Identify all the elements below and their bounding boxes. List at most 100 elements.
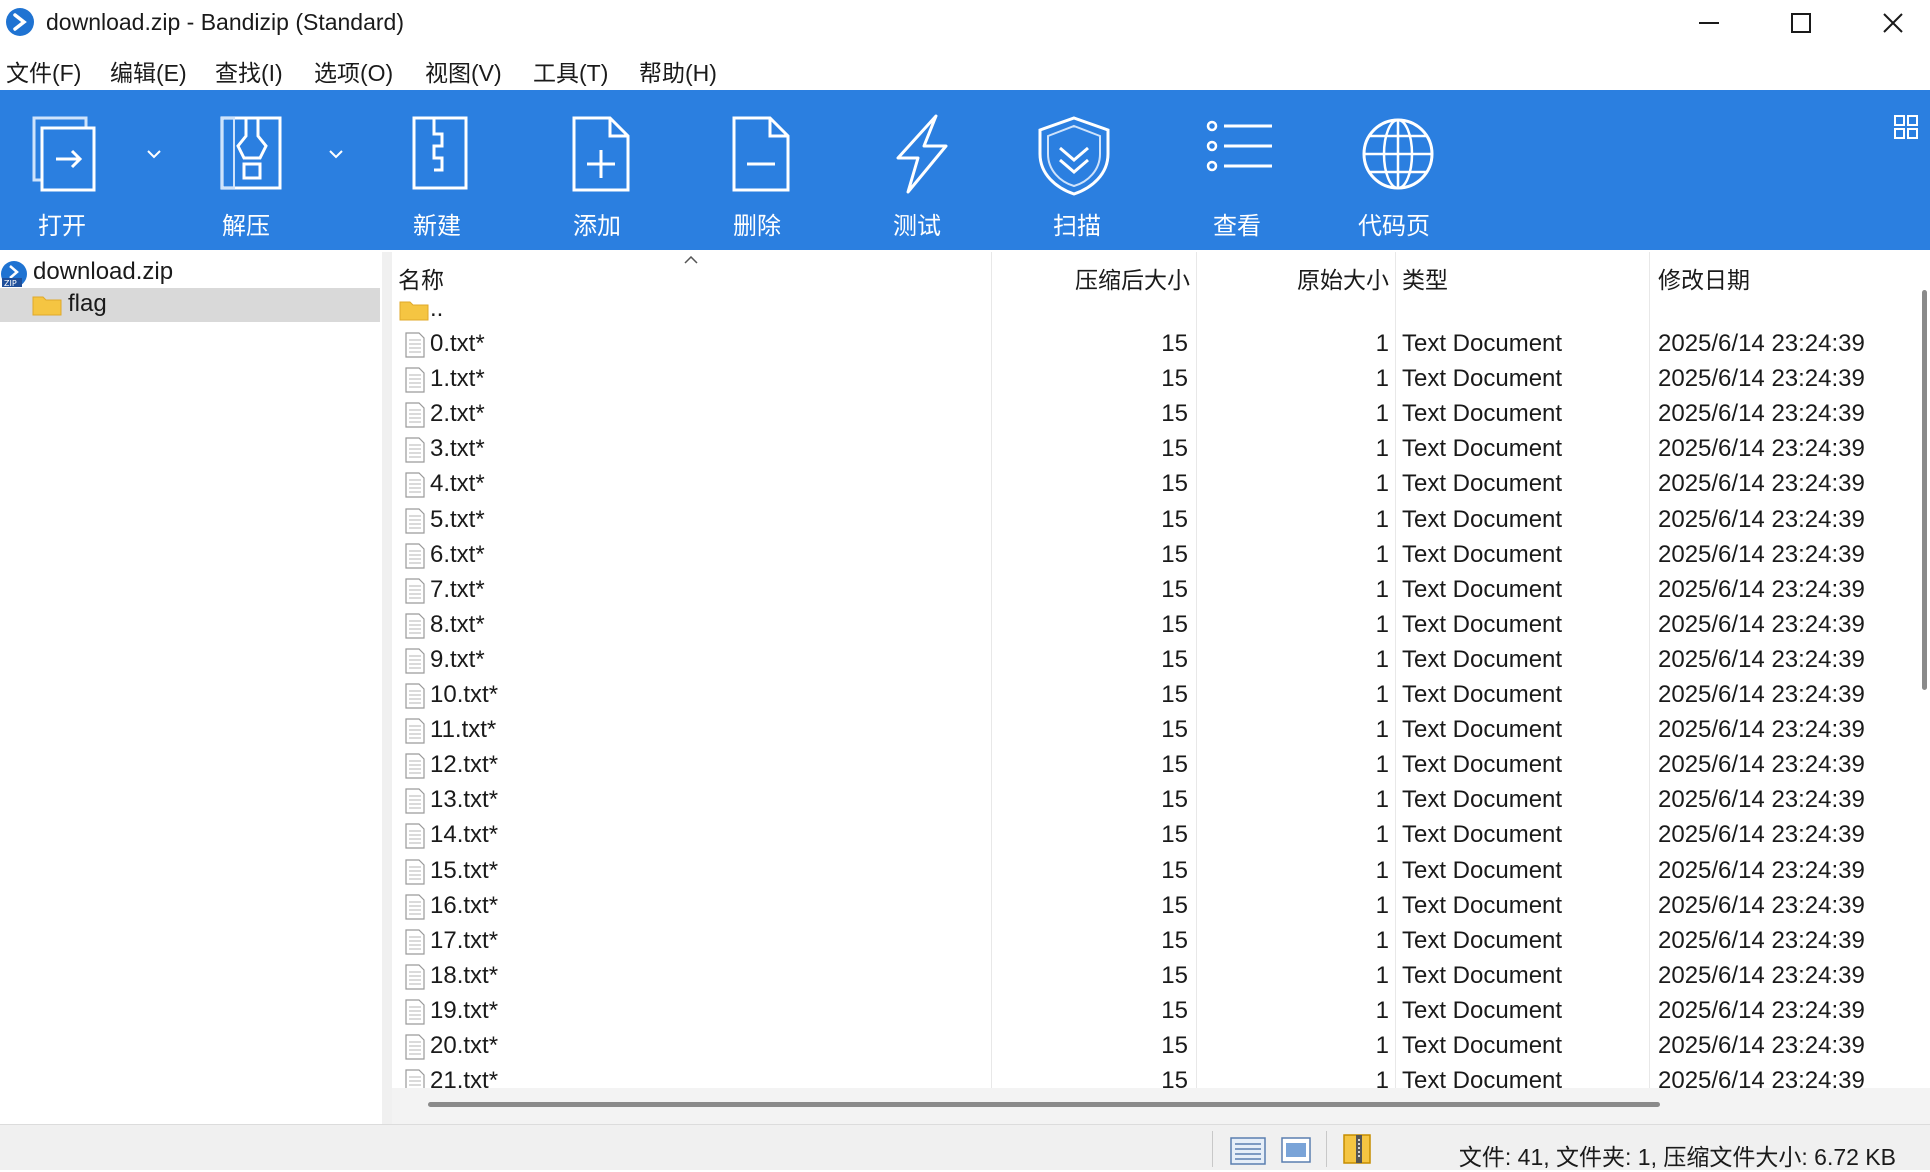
- compressed-size: 15: [1161, 645, 1188, 673]
- extract-label: 解压: [222, 213, 270, 240]
- vertical-scrollbar[interactable]: [1918, 252, 1930, 1088]
- folder-tree: ZIP download.zip flag: [0, 252, 382, 1124]
- add-button[interactable]: 添加: [540, 90, 660, 250]
- scan-label: 扫描: [1053, 213, 1101, 240]
- text-document-icon: [405, 437, 425, 463]
- test-button[interactable]: 测试: [860, 90, 980, 250]
- scan-button[interactable]: 扫描: [1020, 90, 1140, 250]
- text-document-icon: [405, 578, 425, 604]
- modified-date: 2025/6/14 23:24:39: [1658, 821, 1865, 849]
- text-document-icon: [405, 472, 425, 498]
- file-row[interactable]: 5.txt* 15 1 Text Document 2025/6/14 23:24:39: [392, 503, 1918, 538]
- file-name: 6.txt*: [430, 540, 485, 568]
- file-type: Text Document: [1402, 716, 1563, 744]
- compressed-size: 15: [1161, 961, 1188, 989]
- file-name: 13.txt*: [430, 786, 499, 814]
- file-row[interactable]: 10.txt* 15 1 Text Document 2025/6/14 23:24:3…: [392, 678, 1918, 713]
- file-row[interactable]: 9.txt* 15 1 Text Document 2025/6/14 23:24:39: [392, 643, 1918, 678]
- delete-file-icon: [732, 116, 790, 192]
- tree-item-archive[interactable]: ZIP download.zip: [0, 256, 380, 290]
- open-button[interactable]: 打开: [0, 90, 140, 250]
- file-row[interactable]: 12.txt* 15 1 Text Document 2025/6/14 23:24:3…: [392, 748, 1918, 783]
- text-document-icon: [405, 999, 425, 1025]
- folder-icon: [32, 296, 62, 316]
- file-row[interactable]: 6.txt* 15 1 Text Document 2025/6/14 23:24:39: [392, 538, 1918, 573]
- modified-date: 2025/6/14 23:24:39: [1658, 610, 1865, 638]
- layout-grid-icon[interactable]: [1893, 114, 1919, 140]
- file-row[interactable]: 8.txt* 15 1 Text Document 2025/6/14 23:24:39: [392, 608, 1918, 643]
- menu-find[interactable]: 查找(I): [215, 54, 283, 88]
- file-type: Text Document: [1402, 681, 1563, 708]
- file-row[interactable]: 1.txt* 15 1 Text Document 2025/6/14 23:24:39: [392, 362, 1918, 397]
- menu-view[interactable]: 视图(V): [425, 54, 502, 88]
- original-size: 1: [1375, 400, 1389, 428]
- original-size: 1: [1375, 540, 1389, 568]
- text-document-icon: [405, 964, 425, 990]
- original-size: 1: [1375, 961, 1389, 989]
- compressed-size: 15: [1161, 926, 1188, 954]
- details-view-icon[interactable]: [1230, 1137, 1266, 1165]
- horizontal-scroll-thumb[interactable]: [428, 1102, 1660, 1107]
- file-row[interactable]: 16.txt* 15 1 Text Document 2025/6/14 23:24:3…: [392, 889, 1918, 924]
- file-type: Text Document: [1402, 610, 1563, 638]
- tree-item-flag[interactable]: flag: [0, 288, 380, 322]
- vertical-scroll-thumb[interactable]: [1922, 290, 1927, 690]
- shield-icon: [1038, 116, 1110, 196]
- archive-book-icon[interactable]: [1342, 1133, 1374, 1165]
- compressed-size: 15: [1161, 856, 1188, 884]
- file-name: 10.txt*: [430, 681, 499, 708]
- file-row[interactable]: 3.txt* 15 1 Text Document 2025/6/14 23:24:39: [392, 432, 1918, 467]
- original-size: 1: [1375, 610, 1389, 638]
- text-document-icon: [405, 753, 425, 779]
- file-row[interactable]: 14.txt* 15 1 Text Document 2025/6/14 23:24:3…: [392, 818, 1918, 853]
- file-name: 15.txt*: [430, 856, 499, 884]
- menu-options[interactable]: 选项(O): [314, 54, 393, 88]
- file-row[interactable]: 0.txt* 15 1 Text Document 2025/6/14 23:24:39: [392, 327, 1918, 362]
- file-row[interactable]: 21.txt* 15 1 Text Document 2025/6/14 23:24:3…: [392, 1064, 1918, 1088]
- pane-splitter[interactable]: [382, 252, 392, 1124]
- file-row[interactable]: 18.txt* 15 1 Text Document 2025/6/14 23:24:3…: [392, 959, 1918, 994]
- menu-edit[interactable]: 编辑(E): [110, 54, 187, 88]
- parent-directory-row[interactable]: ..: [392, 292, 1918, 327]
- file-row[interactable]: 4.txt* 15 1 Text Document 2025/6/14 23:24:39: [392, 467, 1918, 502]
- close-button[interactable]: [1856, 0, 1930, 46]
- delete-button[interactable]: 删除: [700, 90, 820, 250]
- modified-date: 2025/6/14 23:24:39: [1658, 716, 1865, 744]
- original-size: 1: [1375, 1067, 1389, 1088]
- file-row[interactable]: 13.txt* 15 1 Text Document 2025/6/14 23:24:3…: [392, 783, 1918, 818]
- file-row[interactable]: 7.txt* 15 1 Text Document 2025/6/14 23:24:39: [392, 573, 1918, 608]
- maximize-button[interactable]: [1764, 0, 1838, 46]
- bandizip-logo-icon: [6, 8, 34, 36]
- extract-dropdown-chevron-icon[interactable]: [328, 148, 344, 160]
- open-dropdown-chevron-icon[interactable]: [146, 148, 162, 160]
- svg-text:ZIP: ZIP: [4, 279, 17, 288]
- text-document-icon: [405, 929, 425, 955]
- menu-tools[interactable]: 工具(T): [533, 54, 608, 88]
- preview-view-icon[interactable]: [1281, 1137, 1311, 1163]
- menu-file[interactable]: 文件(F): [6, 54, 81, 88]
- original-size: 1: [1375, 751, 1389, 779]
- file-row[interactable]: 11.txt* 15 1 Text Document 2025/6/14 23:24:3…: [392, 713, 1918, 748]
- minimize-button[interactable]: [1672, 0, 1746, 46]
- file-row[interactable]: 17.txt* 15 1 Text Document 2025/6/14 23:24:3…: [392, 924, 1918, 959]
- file-row[interactable]: 20.txt* 15 1 Text Document 2025/6/14 23:24:3…: [392, 1029, 1918, 1064]
- file-row[interactable]: 15.txt* 15 1 Text Document 2025/6/14 23:24:3…: [392, 854, 1918, 889]
- menu-help[interactable]: 帮助(H): [639, 54, 717, 88]
- file-name: 16.txt*: [430, 891, 499, 919]
- view-button[interactable]: 查看: [1180, 90, 1300, 250]
- horizontal-scrollbar[interactable]: [392, 1088, 1930, 1124]
- file-row[interactable]: 2.txt* 15 1 Text Document 2025/6/14 23:24:39: [392, 397, 1918, 432]
- codepage-button[interactable]: 代码页: [1340, 90, 1480, 250]
- codepage-label: 代码页: [1358, 213, 1430, 240]
- original-size: 1: [1375, 681, 1389, 708]
- compressed-size: 15: [1161, 540, 1188, 568]
- new-archive-button[interactable]: 新建: [380, 90, 500, 250]
- original-size: 1: [1375, 856, 1389, 884]
- file-row[interactable]: 19.txt* 15 1 Text Document 2025/6/14 23:24:3…: [392, 994, 1918, 1029]
- text-document-icon: [405, 718, 425, 744]
- compressed-size: 15: [1161, 470, 1188, 498]
- original-size: 1: [1375, 716, 1389, 744]
- extract-button[interactable]: 解压: [190, 90, 330, 250]
- file-name: 3.txt*: [430, 435, 485, 463]
- compressed-size: 15: [1161, 400, 1188, 428]
